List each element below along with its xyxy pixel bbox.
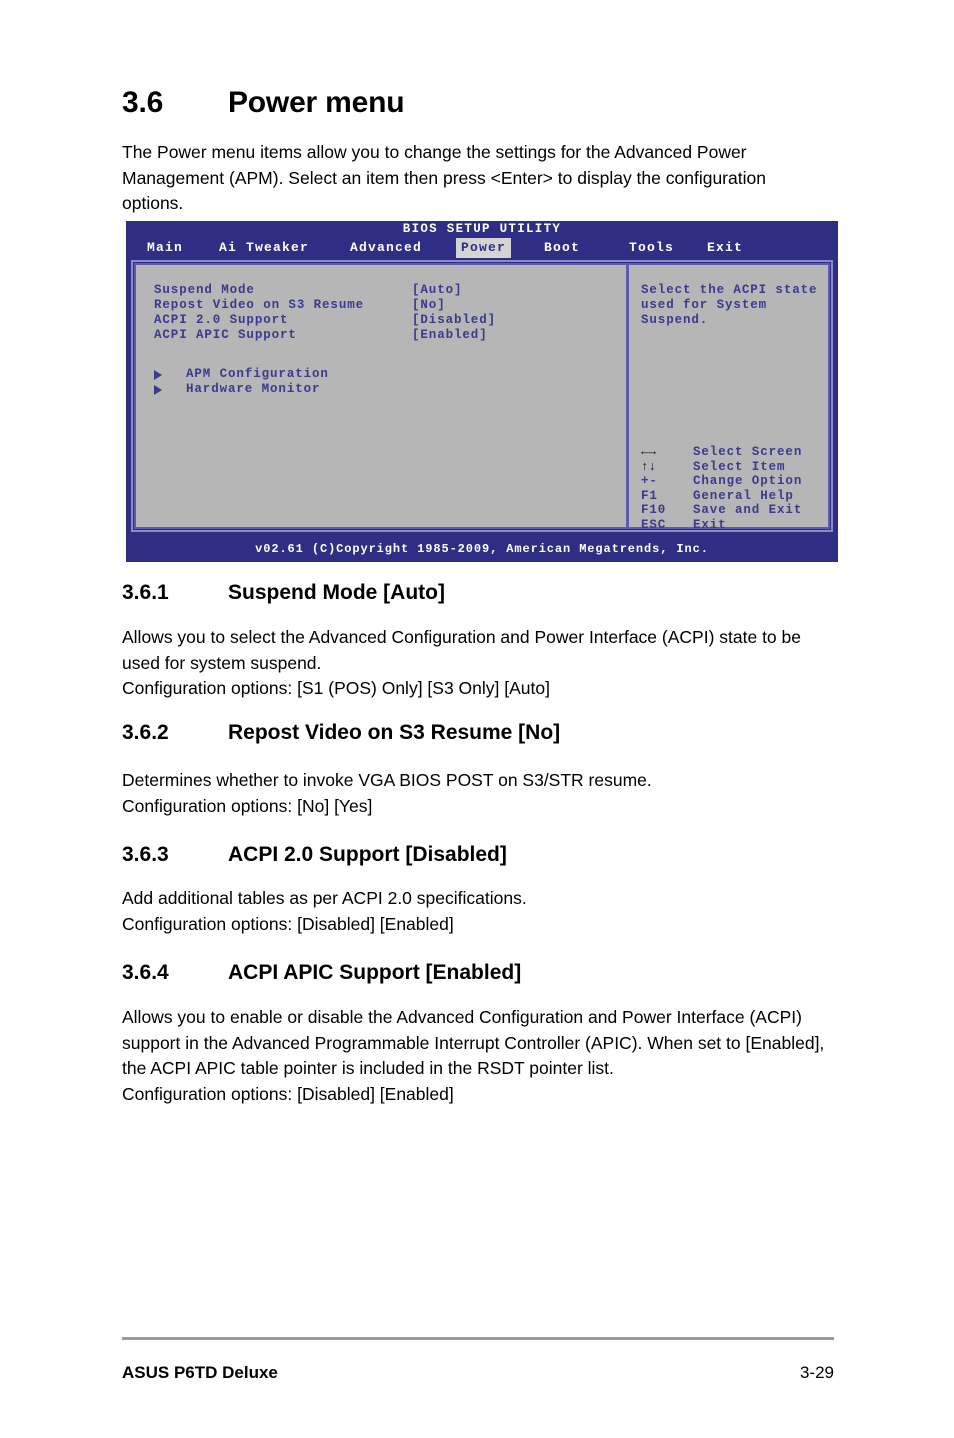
legend-action: Select Item [693,459,786,474]
footer-page-number: 3-29 [799,1363,834,1382]
tab-advanced[interactable]: Advanced [345,238,427,258]
submenu-label: APM Configuration [186,367,329,381]
legend-exit: ESC Exit [641,518,802,533]
left-right-arrow-icon: ←→ [641,445,657,459]
legend-general-help: F1 General Help [641,489,802,504]
subsection-number: 3.6.3 [122,843,169,866]
panel-divider [626,265,629,527]
heading-3-6-1: 3.6.1 Suspend Mode [Auto] [122,581,445,605]
heading-3-6-4: 3.6.4 ACPI APIC Support [Enabled] [122,961,521,985]
heading-3-6-2: 3.6.2 Repost Video on S3 Resume [No] [122,721,560,745]
legend-select-item: ↑↓ Select Item [641,460,802,475]
help-line: Suspend. [641,313,709,327]
config-options: Configuration options: [No] [Yes] [122,795,373,816]
legend-action: Save and Exit [693,503,803,517]
up-down-arrow-icon: ↑↓ [641,459,657,474]
page-title: 3.6 Power menu [122,86,405,120]
setting-row-acpi-apic-support[interactable]: ACPI APIC Support [Enabled] [154,328,609,343]
bios-panel: Suspend Mode [Auto] Repost Video on S3 R… [131,260,833,532]
bios-title: BIOS SETUP UTILITY [402,222,562,236]
submenu-label: Hardware Monitor [186,382,321,396]
submenu-hardware-monitor[interactable]: Hardware Monitor [154,382,329,397]
tab-main[interactable]: Main [142,238,188,258]
tab-boot[interactable]: Boot [539,238,585,258]
subsection-number: 3.6.1 [122,581,169,604]
config-options: Configuration options: [Disabled] [Enabl… [122,913,454,934]
manual-page: 3.6 Power menu The Power menu items allow… [0,0,954,1438]
section-number: 3.6 [122,86,164,119]
submenu-apm-configuration[interactable]: APM Configuration [154,367,329,382]
setting-label: ACPI APIC Support [154,328,297,342]
subsection-number: 3.6.4 [122,961,169,984]
bios-panel-inner: Suspend Mode [Auto] Repost Video on S3 R… [134,263,831,532]
section-title: Power menu [228,86,405,119]
subsection-title: Suspend Mode [Auto] [228,581,445,604]
tab-tools[interactable]: Tools [624,238,679,258]
legend-key: ESC [641,517,667,532]
heading-3-6-3: 3.6.3 ACPI 2.0 Support [Disabled] [122,843,507,867]
triangle-right-icon [154,370,162,380]
config-options: Configuration options: [S1 (POS) Only] [… [122,678,550,698]
help-line: used for System [641,298,768,312]
subsection-title: ACPI APIC Support [Enabled] [228,961,522,984]
setting-row-acpi-20-support[interactable]: ACPI 2.0 Support [Disabled] [154,313,609,328]
setting-row-repost-video-s3[interactable]: Repost Video on S3 Resume [No] [154,298,609,313]
body-text: Add additional tables as per ACPI 2.0 sp… [122,888,527,908]
body-3-6-2: Determines whether to invoke VGA BIOS PO… [122,768,837,819]
legend-key: F10 [641,503,667,517]
setting-value[interactable]: [Disabled] [412,313,496,328]
setting-value[interactable]: [No] [412,298,446,313]
legend-key: F1 [641,488,658,503]
plus-minus-icon: +- [641,474,658,488]
footer-product-name: ASUS P6TD Deluxe [122,1363,278,1382]
setting-row-suspend-mode[interactable]: Suspend Mode [Auto] [154,283,609,298]
setting-label: ACPI 2.0 Support [154,313,289,327]
body-text: Allows you to enable or disable the Adva… [122,1007,825,1078]
config-options: Configuration options: [Disabled] [Enabl… [122,1083,454,1104]
bios-setup-screenshot: BIOS SETUP UTILITY Main Ai Tweaker Advan… [126,221,838,562]
help-line: Select the ACPI state [641,283,818,297]
bios-submenu-list: APM Configuration Hardware Monitor [154,367,329,397]
setting-label: Repost Video on S3 Resume [154,298,365,312]
tab-power[interactable]: Power [456,238,512,258]
legend-action: Change Option [693,474,803,488]
body-3-6-4: Allows you to enable or disable the Adva… [122,1005,837,1107]
bios-copyright: v02.61 (C)Copyright 1985-2009, American … [255,542,709,556]
legend-select-screen: ←→ Select Screen [641,445,802,460]
bios-help-pane: Select the ACPI state used for System Su… [641,283,831,328]
subsection-title: ACPI 2.0 Support [Disabled] [228,843,507,866]
legend-action: Select Screen [693,445,803,459]
body-text: Allows you to select the Advanced Config… [122,627,801,673]
body-text: Determines whether to invoke VGA BIOS PO… [122,770,652,790]
setting-label: Suspend Mode [154,283,255,297]
body-3-6-3: Add additional tables as per ACPI 2.0 sp… [122,886,837,937]
tab-ai-tweaker[interactable]: Ai Tweaker [214,238,314,258]
footer-divider [122,1337,834,1340]
legend-action: General Help [693,488,794,503]
subsection-title: Repost Video on S3 Resume [No] [228,721,561,744]
setting-value[interactable]: [Enabled] [412,328,488,343]
section-intro: The Power menu items allow you to change… [122,142,766,213]
bios-settings-list: Suspend Mode [Auto] Repost Video on S3 R… [154,283,609,343]
subsection-number: 3.6.2 [122,721,169,744]
bios-menu-bar: Main Ai Tweaker Advanced Power Boot Tool… [126,238,838,260]
legend-save-and-exit: F10 Save and Exit [641,503,802,518]
triangle-right-icon [154,385,162,395]
setting-value[interactable]: [Auto] [412,283,462,298]
body-3-6-1: Allows you to select the Advanced Config… [122,625,837,702]
tab-exit[interactable]: Exit [702,238,748,258]
legend-action: Exit [693,517,727,532]
bios-key-legend: ←→ Select Screen ↑↓ Select Item +- Chang… [641,445,802,532]
legend-change-option: +- Change Option [641,474,802,489]
